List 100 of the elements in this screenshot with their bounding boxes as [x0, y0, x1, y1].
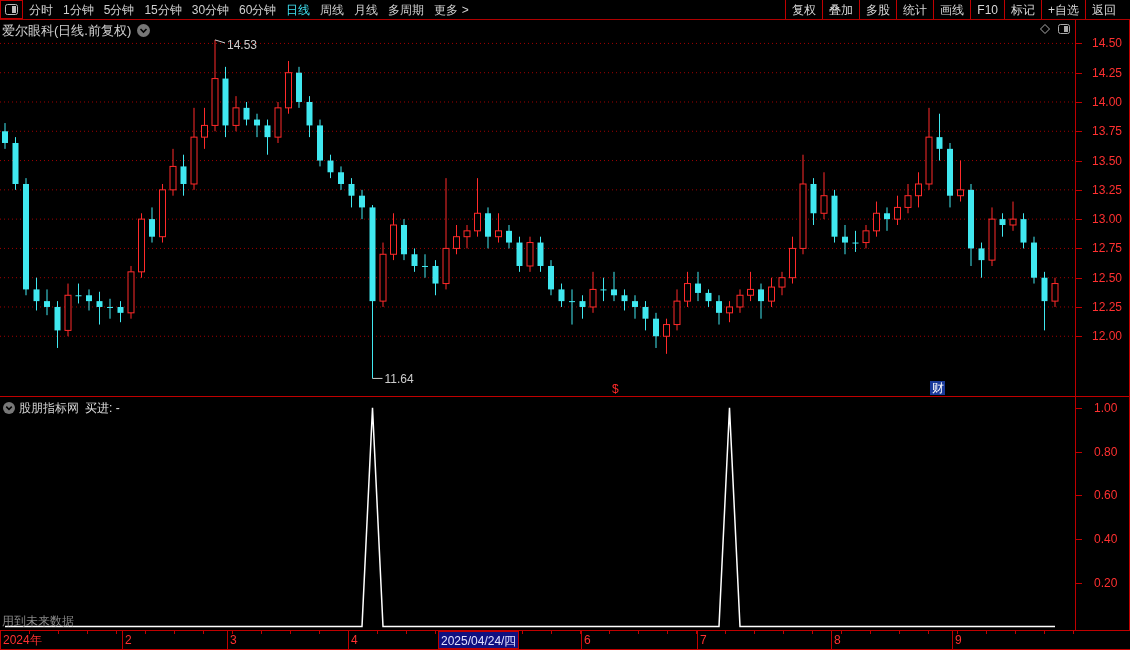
candlestick [117, 300, 124, 323]
date-axis-label: 3 [227, 631, 237, 649]
candlestick [569, 288, 575, 326]
panel-toggle-icon[interactable] [1058, 24, 1070, 34]
candlestick [33, 277, 40, 311]
candlestick [842, 224, 848, 255]
candlestick [904, 183, 912, 214]
period-tab[interactable]: 更多 > [434, 0, 469, 19]
period-tab[interactable]: 30分钟 [191, 0, 230, 19]
candlestick [327, 154, 334, 179]
period-tab[interactable]: 日线 [286, 0, 311, 19]
period-tab[interactable]: 月线 [354, 0, 379, 19]
candlestick [1041, 271, 1048, 331]
candlestick [736, 288, 744, 314]
candlestick [999, 212, 1006, 238]
candlestick [653, 312, 659, 349]
axis-tick-label: 12.50 [1092, 270, 1123, 285]
candlestick [537, 236, 544, 273]
candlestick [180, 154, 187, 197]
axis-tick-label: 0.60 [1094, 488, 1118, 503]
candlestick [474, 177, 481, 238]
candlestick [747, 271, 754, 302]
candlestick [758, 283, 764, 320]
candlestick [338, 165, 344, 191]
candlestick [232, 95, 240, 132]
period-tab[interactable]: 1分钟 [63, 0, 94, 19]
candlestick [673, 288, 681, 331]
candlestick [884, 206, 890, 232]
panel-toggle-icon[interactable] [5, 4, 18, 15]
event-marker[interactable]: $ [612, 382, 619, 396]
candlestick [264, 119, 271, 156]
high-price-label: 14.53 [227, 37, 258, 52]
dropdown-icon[interactable] [3, 402, 15, 414]
axis-tick-label: 13.75 [1092, 124, 1123, 139]
axis-tick-label: 12.25 [1092, 299, 1123, 314]
candlestick [306, 95, 313, 138]
candlestick [75, 283, 82, 304]
candlestick [726, 300, 733, 323]
period-tab[interactable]: 多周期 [388, 0, 425, 19]
event-marker[interactable]: 财 [930, 381, 945, 395]
toolbar-button[interactable]: +自选 [1041, 0, 1085, 19]
period-tab[interactable]: 60分钟 [239, 0, 277, 19]
diamond-icon[interactable] [1040, 24, 1050, 34]
candlestick [873, 201, 880, 238]
candlestick [936, 113, 943, 162]
indicator-reading: 买进: - [85, 400, 120, 417]
candlestick [348, 177, 355, 208]
toolbar-button[interactable]: 统计 [896, 0, 934, 19]
candlestick [579, 294, 586, 320]
stock-title: 爱尔眼科(日线.前复权) [2, 22, 132, 40]
candlestick [642, 300, 649, 331]
axis-tick-label: 13.25 [1092, 182, 1123, 197]
toolbar-button[interactable]: F10 [970, 0, 1004, 19]
low-price-label: 11.64 [384, 372, 414, 387]
toolbar-button[interactable]: 画线 [933, 0, 971, 19]
toolbar-button[interactable]: 复权 [785, 0, 823, 19]
candlestick [852, 230, 859, 253]
period-tab[interactable]: 周线 [320, 0, 345, 19]
toolbar-button[interactable]: 叠加 [822, 0, 860, 19]
toolbar-button[interactable]: 返回 [1085, 0, 1122, 19]
leader-line [372, 377, 383, 379]
axis-tick-label: 14.25 [1092, 65, 1123, 80]
axis-tick-label: 13.50 [1092, 153, 1123, 168]
axis-tick-label: 0.40 [1094, 532, 1118, 547]
axis-tick-label: 12.00 [1092, 329, 1123, 344]
dropdown-icon[interactable] [137, 24, 151, 38]
candlestick [716, 294, 722, 326]
candlestick [621, 288, 628, 311]
candlestick [589, 271, 597, 314]
candlestick [359, 189, 365, 220]
axis-tick-label: 14.50 [1092, 36, 1123, 51]
candlestick [149, 206, 155, 244]
candlestick [632, 294, 638, 320]
date-axis-label: 2 [122, 631, 132, 649]
candlestick [54, 300, 61, 349]
period-tab[interactable]: 分时 [29, 0, 53, 19]
candlestick [915, 171, 922, 208]
leader-line [214, 39, 226, 44]
candlestick [422, 253, 428, 279]
candlestick [695, 271, 701, 302]
date-axis-label: 4 [348, 631, 358, 649]
period-tab[interactable]: 5分钟 [103, 0, 135, 19]
candlestick [463, 224, 471, 249]
toolbar-button[interactable]: 多股 [859, 0, 897, 19]
toolbar-button[interactable]: 标记 [1004, 0, 1041, 19]
candlestick [2, 122, 8, 150]
candlestick [169, 148, 177, 197]
date-axis-label: 8 [831, 631, 841, 649]
candlestick [495, 212, 502, 244]
candlestick [96, 291, 103, 326]
date-axis-label: 9 [952, 631, 962, 649]
candlestick [778, 271, 786, 296]
period-tab[interactable]: 15分钟 [144, 0, 182, 19]
date-axis-label: 2025/04/24/四 [438, 631, 520, 649]
indicator-title: 股朋指标网 [19, 400, 79, 417]
axis-tick-label: 0.20 [1094, 575, 1118, 590]
candlestick [1009, 201, 1017, 232]
candlestick [526, 236, 534, 273]
candlestick [432, 259, 439, 296]
candlestick [600, 277, 607, 302]
